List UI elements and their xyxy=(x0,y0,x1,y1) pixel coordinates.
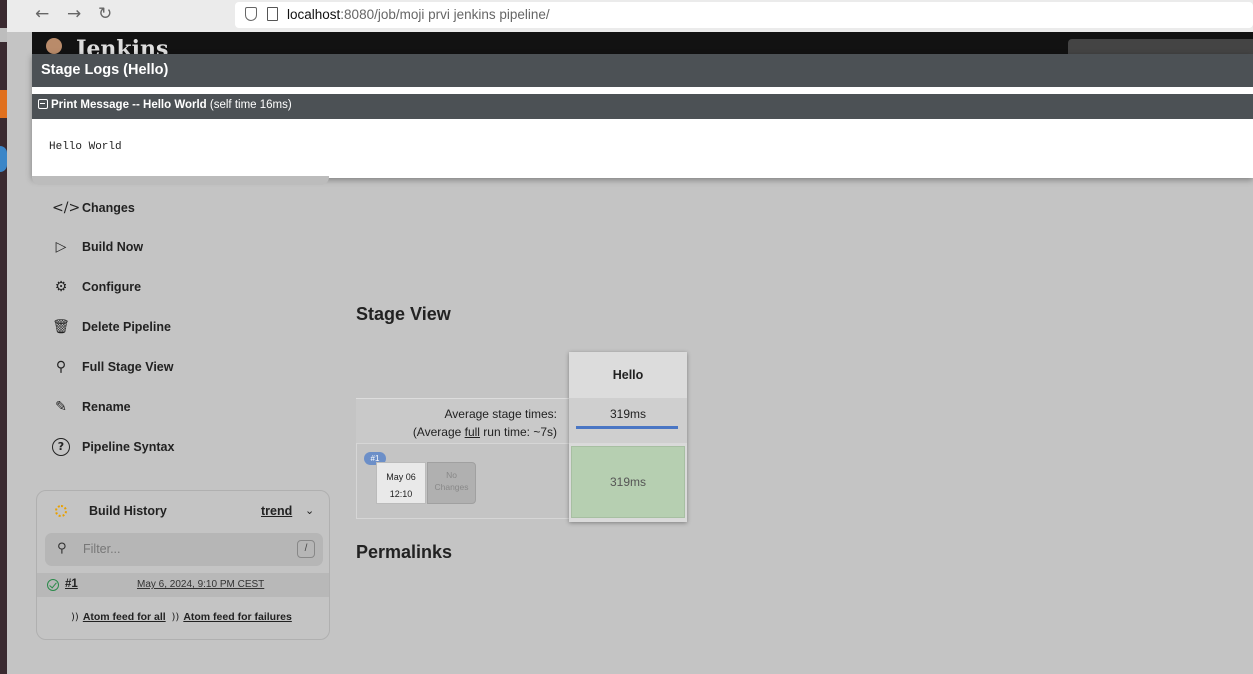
avg-full-word: full xyxy=(464,425,480,439)
keyboard-shortcut-badge: / xyxy=(297,540,315,558)
build-date-link[interactable]: May 6, 2024, 9:10 PM CEST xyxy=(137,579,264,590)
shield-icon[interactable] xyxy=(245,7,257,21)
collapse-icon[interactable] xyxy=(38,99,48,109)
stage-average-cell: 319ms xyxy=(569,398,687,443)
build-history-panel: Build History trend ⌄ ⚲ Filter... / #1 M… xyxy=(36,490,330,640)
average-times-label: Average stage times: (Average full run t… xyxy=(356,398,569,443)
trash-icon: 🗑 xyxy=(52,319,70,335)
run-row: #1 May 06 12:10 No Changes xyxy=(356,443,569,519)
help-icon: ? xyxy=(52,438,70,456)
search-icon: ⚲ xyxy=(57,541,67,556)
filter-input[interactable]: ⚲ Filter... / xyxy=(45,533,323,566)
jenkins-logo-icon[interactable] xyxy=(46,38,62,54)
forward-icon[interactable]: → xyxy=(67,4,81,24)
filter-placeholder: Filter... xyxy=(83,542,121,556)
success-check-icon xyxy=(47,579,59,591)
run-date: May 06 xyxy=(386,472,416,482)
build-number-link[interactable]: #1 xyxy=(65,578,78,590)
browser-toolbar: ← → ↻ localhost:8080/job/moji prvi jenki… xyxy=(7,0,1253,32)
changes-line2: Changes xyxy=(434,482,469,492)
build-history-header: Build History trend ⌄ xyxy=(51,503,321,523)
address-bar[interactable]: localhost:8080/job/moji prvi jenkins pip… xyxy=(235,2,1253,28)
sidebar-item-full-stage-view[interactable]: ⚲ Full Stage View xyxy=(52,355,174,379)
header-search-box[interactable] xyxy=(1068,39,1253,54)
sidebar-item-pipeline-syntax[interactable]: ? Pipeline Syntax xyxy=(52,435,174,459)
log-output: Hello World xyxy=(49,141,122,153)
url-host: localhost xyxy=(287,7,341,22)
atom-feed-all-link[interactable]: Atom feed for all xyxy=(83,611,166,623)
dock-item[interactable] xyxy=(0,90,7,118)
avg-full-prefix: (Average xyxy=(412,425,465,439)
build-history-title: Build History xyxy=(89,504,167,518)
side-panel-edge xyxy=(32,176,329,185)
pencil-icon: ✎ xyxy=(55,399,67,415)
jenkins-header: Jenkins xyxy=(32,32,1253,54)
chevron-down-icon[interactable]: ⌄ xyxy=(305,504,314,517)
run-date-box[interactable]: May 06 12:10 xyxy=(376,462,426,504)
sidebar-item-delete-pipeline[interactable]: 🗑 Delete Pipeline xyxy=(52,315,171,339)
weather-sunny-icon xyxy=(55,505,67,517)
run-time: 12:10 xyxy=(389,489,413,499)
sidebar-item-label: Build Now xyxy=(82,240,144,254)
avg-progress-bar xyxy=(576,426,678,429)
rss-icon: )) xyxy=(71,612,79,623)
page-icon xyxy=(267,7,278,21)
run-changes-box[interactable]: No Changes xyxy=(427,462,476,504)
sidebar-item-build-now[interactable]: ▷ Build Now xyxy=(52,235,144,259)
code-icon: </> xyxy=(52,200,81,216)
permalinks-title: Permalinks xyxy=(356,542,453,562)
app-title[interactable]: Jenkins xyxy=(76,38,196,54)
sidebar-item-label: Pipeline Syntax xyxy=(82,440,175,454)
step-time: (self time 16ms) xyxy=(209,99,292,111)
trend-link[interactable]: trend xyxy=(261,504,292,518)
sidebar-item-configure[interactable]: ⚙ Configure xyxy=(52,275,141,299)
stage-header: Hello xyxy=(569,352,687,398)
stage-view-title: Stage View xyxy=(356,304,451,324)
play-icon: ▷ xyxy=(55,239,67,255)
sidebar-item-label: Delete Pipeline xyxy=(82,320,171,334)
changes-line1: No xyxy=(446,470,457,480)
sidebar-item-changes[interactable]: </> Changes xyxy=(52,196,135,220)
dock-item[interactable] xyxy=(0,146,7,172)
avg-full-run-label: (Average full run time: ~7s) xyxy=(413,425,557,439)
url-path: :8080/job/moji prvi jenkins pipeline/ xyxy=(340,7,550,22)
reload-icon[interactable]: ↻ xyxy=(98,4,112,24)
dialog-title: Stage Logs (Hello) xyxy=(32,54,1253,87)
gear-icon: ⚙ xyxy=(54,279,68,295)
rss-icon: )) xyxy=(171,612,180,623)
avg-full-suffix: run time: ~7s) xyxy=(479,425,557,439)
avg-stage-time: 319ms xyxy=(609,407,647,421)
build-row[interactable]: #1 May 6, 2024, 9:10 PM CEST xyxy=(37,573,329,597)
atom-feed-failures-link[interactable]: Atom feed for failures xyxy=(183,611,292,623)
stage-logs-dialog: Stage Logs (Hello) Print Message -- Hell… xyxy=(32,54,1253,178)
avg-stage-times-label: Average stage times: xyxy=(444,407,557,421)
step-log-header[interactable]: Print Message -- Hello World (self time … xyxy=(32,94,1253,119)
sidebar-item-label: Full Stage View xyxy=(82,360,174,374)
back-icon[interactable]: ← xyxy=(35,4,49,24)
atom-feeds: )) Atom feed for all )) Atom feed for fail… xyxy=(71,611,292,623)
search-icon: ⚲ xyxy=(55,359,67,375)
sidebar-item-label: Configure xyxy=(82,280,142,294)
dock-item[interactable] xyxy=(0,28,7,42)
stage-column-hello: Hello 319ms 319ms xyxy=(569,352,687,522)
url-text[interactable]: localhost:8080/job/moji prvi jenkins pip… xyxy=(287,7,550,22)
sidebar-item-label: Rename xyxy=(82,400,131,414)
stage-cell-success[interactable]: 319ms xyxy=(571,446,685,518)
sidebar-item-label: Changes xyxy=(82,201,135,215)
step-name: Print Message -- Hello World xyxy=(51,99,207,111)
sidebar-item-rename[interactable]: ✎ Rename xyxy=(52,395,131,419)
os-dock xyxy=(0,0,7,674)
